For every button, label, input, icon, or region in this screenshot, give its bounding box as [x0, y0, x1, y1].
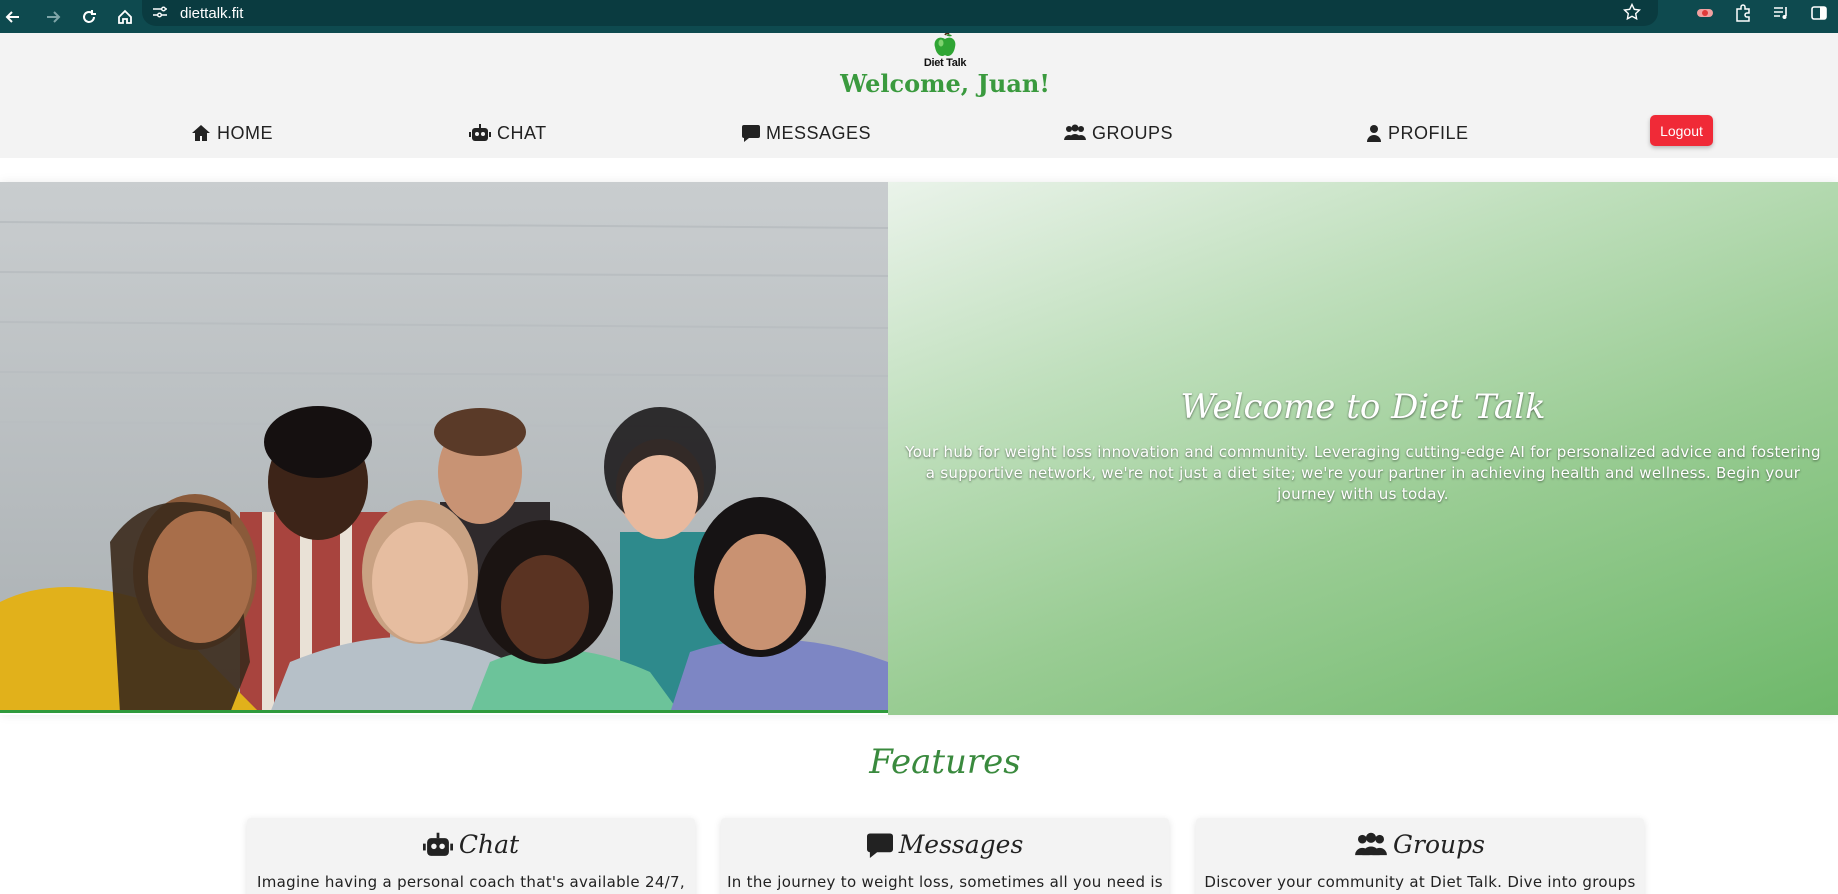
bookmark-star-icon[interactable] — [1622, 2, 1642, 25]
back-icon[interactable] — [0, 4, 26, 30]
nav-home[interactable]: HOME — [191, 121, 273, 145]
logo-text: Diet Talk — [923, 57, 967, 69]
users-icon — [1064, 124, 1086, 140]
reload-icon[interactable] — [76, 4, 102, 30]
feature-card-text: Discover your community at Diet Talk. Di… — [1204, 873, 1636, 891]
user-icon — [1367, 125, 1381, 142]
welcome-heading: Welcome, Juan! — [840, 69, 1050, 98]
home-icon — [192, 125, 210, 141]
feature-card-title: Messages — [898, 830, 1024, 859]
feature-card-groups-head: Groups — [1196, 830, 1644, 859]
hero-title: Welcome to Diet Talk — [1180, 387, 1546, 427]
feature-card-title: Groups — [1393, 830, 1485, 859]
nav-home-label: HOME — [217, 122, 273, 143]
browser-toolbar: diettalk.fit — [0, 0, 1838, 33]
nav-profile[interactable]: PROFILE — [1366, 121, 1469, 145]
feature-card-text: Imagine having a personal coach that's a… — [257, 873, 685, 891]
forward-icon[interactable] — [40, 4, 66, 30]
nav-messages[interactable]: MESSAGES — [742, 121, 871, 145]
nav-messages-label: MESSAGES — [766, 122, 872, 143]
nav-groups-label: GROUPS — [1092, 122, 1174, 143]
media-list-icon[interactable] — [1762, 5, 1800, 21]
url-text[interactable]: diettalk.fit — [180, 5, 243, 22]
site-settings-icon[interactable] — [152, 4, 168, 23]
group-of-friends-image — [0, 182, 888, 710]
message-icon — [742, 125, 760, 142]
feature-card-messages-head: Messages — [721, 830, 1169, 859]
feature-card-messages[interactable]: Messages In the journey to weight loss, … — [721, 818, 1169, 894]
nav-profile-label: PROFILE — [1388, 122, 1469, 143]
hero-description: Your hub for weight loss innovation and … — [905, 443, 1821, 503]
users-icon — [1355, 832, 1387, 855]
nav-chat[interactable]: CHAT — [469, 121, 547, 145]
hero-section: Welcome to Diet Talk Your hub for weight… — [0, 182, 1838, 715]
robot-icon — [422, 832, 453, 856]
nav-groups[interactable]: GROUPS — [1064, 121, 1173, 145]
hero-welcome-panel: Welcome to Diet Talk Your hub for weight… — [888, 182, 1838, 715]
robot-icon — [469, 124, 491, 141]
nav-chat-label: CHAT — [497, 122, 547, 143]
puzzle-icon[interactable] — [1724, 4, 1762, 22]
feature-card-text: In the journey to weight loss, sometimes… — [727, 873, 1163, 891]
diet-talk-logo[interactable]: Diet Talk — [918, 32, 972, 73]
main-nav: HOME CHAT MESSAGES GROUPS PROFILE Logout — [0, 115, 1838, 151]
feature-card-title: Chat — [458, 830, 520, 859]
features-heading: Features — [869, 742, 1021, 782]
feature-card-chat-head: Chat — [247, 830, 695, 859]
site-header: Diet Talk Welcome, Juan! HOME CHAT MESSA… — [0, 32, 1838, 158]
logout-button[interactable]: Logout — [1650, 115, 1713, 146]
side-panel-icon[interactable] — [1800, 5, 1838, 21]
feature-card-groups[interactable]: Groups Discover your community at Diet T… — [1196, 818, 1644, 894]
home-browser-icon[interactable] — [112, 4, 138, 30]
address-bar[interactable]: diettalk.fit — [142, 0, 1658, 26]
feature-card-chat[interactable]: Chat Imagine having a personal coach tha… — [247, 818, 695, 894]
browser-extension-bar — [1686, 0, 1838, 26]
message-icon — [866, 832, 893, 858]
extension-record-icon[interactable] — [1686, 6, 1724, 20]
hero-group-photo — [0, 182, 888, 713]
